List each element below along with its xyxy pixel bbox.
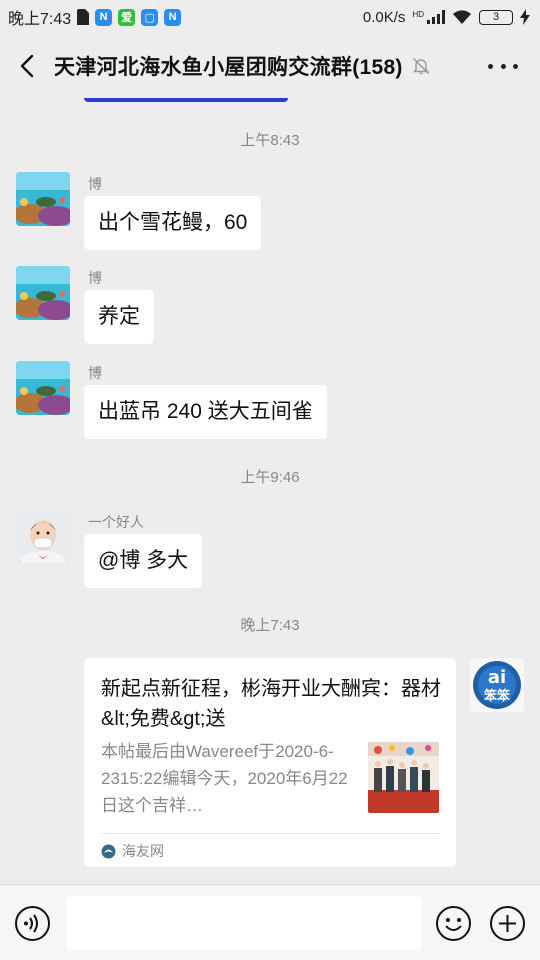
sim-card-icon (77, 9, 90, 25)
status-right: 0.0K/s HD 3 (363, 9, 530, 26)
link-card-source: 海友网 (101, 841, 164, 861)
app-badge-icon: 爱 (118, 8, 136, 26)
link-card-thumbnail (368, 742, 439, 813)
status-bar: 晚上7:43 N 爱 ▢ N 0.0K/s HD 3 (0, 0, 540, 34)
signal-icon (427, 10, 445, 24)
emoji-icon[interactable] (435, 905, 472, 942)
chat-title: 天津河北海水鱼小屋团购交流群(158) (54, 56, 403, 79)
back-button[interactable] (0, 34, 54, 98)
chat-area[interactable]: 上午8:43 博 出个雪花鳗，60 博 养定 博 出蓝吊 240 送大五间雀 上… (0, 98, 540, 884)
message-bubble[interactable]: 出个雪花鳗，60 (84, 196, 262, 250)
svg-text:笨笨: 笨笨 (484, 688, 511, 704)
charging-icon (520, 9, 530, 25)
more-dots-icon (488, 63, 493, 69)
link-card[interactable]: 新起点新征程，彬海开业大酬宾：器材&lt;免费&gt;送 本帖最后由Wavere… (84, 658, 456, 867)
source-logo-icon (101, 844, 116, 858)
avatar[interactable] (16, 172, 70, 226)
message-input[interactable] (66, 896, 422, 950)
reef-avatar-image (16, 361, 70, 415)
child-avatar-image (16, 509, 70, 563)
previous-message-fragment[interactable] (84, 98, 288, 102)
bell-off-icon (412, 58, 429, 75)
avatar[interactable] (16, 509, 70, 563)
more-button[interactable] (488, 56, 518, 76)
input-bar (0, 884, 540, 960)
message-bubble[interactable]: 出蓝吊 240 送大五间雀 (84, 385, 327, 439)
plus-icon[interactable] (489, 905, 526, 942)
hd-label: HD (412, 9, 424, 19)
sender-name: 博 (88, 365, 102, 381)
svg-text:ai: ai (488, 667, 506, 688)
reef-avatar-image (16, 172, 70, 226)
back-arrow-icon (20, 54, 34, 78)
link-card-source-name: 海友网 (122, 843, 164, 859)
message-bubble[interactable]: 养定 (84, 290, 154, 344)
reef-avatar-image (16, 266, 70, 320)
app-badge-icon: N (164, 8, 182, 26)
battery-icon: 3 (479, 9, 513, 25)
sender-name: 博 (88, 176, 102, 192)
timestamp: 上午8:43 (240, 132, 300, 149)
link-card-divider (101, 833, 439, 834)
timestamp: 上午9:46 (240, 469, 300, 486)
sender-name: 博 (88, 270, 102, 286)
app-badge-icon: ▢ (141, 8, 159, 26)
network-speed: 0.0K/s (362, 8, 406, 26)
app-badge-icon: N (95, 8, 113, 26)
message-bubble[interactable]: @博 多大 (84, 534, 203, 588)
status-time: 晚上7:43 (8, 11, 72, 28)
voice-icon[interactable] (14, 905, 51, 942)
more-dots-icon (513, 63, 518, 69)
avatar[interactable] (16, 266, 70, 320)
ai-logo-avatar-image: ai 笨笨 (470, 658, 524, 712)
sender-name: 一个好人 (88, 514, 144, 530)
link-card-title: 新起点新征程，彬海开业大酬宾：器材&lt;免费&gt;送 (101, 678, 441, 730)
status-left: 晚上7:43 N 爱 ▢ N (8, 5, 182, 29)
more-dots-icon (500, 63, 506, 69)
title-bar: 天津河北海水鱼小屋团购交流群(158) (0, 34, 540, 98)
timestamp: 晚上7:43 (240, 617, 300, 634)
link-card-description: 本帖最后由Wavereef于2020-6-2315:22编辑今天，2020年6月… (101, 742, 348, 815)
self-avatar[interactable]: ai 笨笨 (470, 658, 524, 712)
event-photo-image (368, 742, 439, 813)
wifi-icon (453, 9, 471, 24)
avatar[interactable] (16, 361, 70, 415)
